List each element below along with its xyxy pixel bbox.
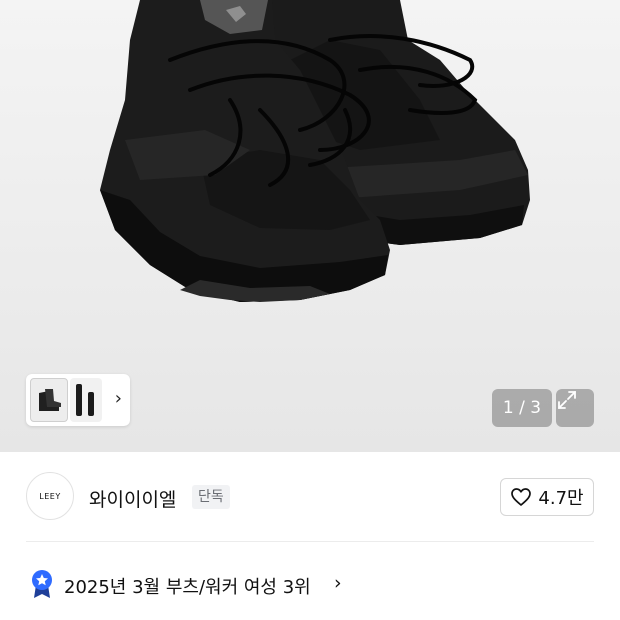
thumbnail-2[interactable]: [70, 378, 102, 422]
thumbnail-strip: ›: [26, 374, 130, 426]
store-name[interactable]: 와이이이엘: [89, 485, 176, 512]
ribbon-medal-icon: [32, 570, 52, 598]
chevron-right-icon[interactable]: ›: [115, 389, 122, 409]
store-like-button[interactable]: 4.7만: [500, 478, 594, 516]
store-logo[interactable]: LEEY: [26, 472, 74, 520]
store-info-row: LEEY 와이이이엘 단독 4.7만: [0, 452, 620, 540]
chevron-right-icon: ›: [334, 572, 342, 594]
heart-outline-icon: [511, 488, 532, 506]
thumbnail-boots-pair-image: [76, 384, 94, 416]
product-image-gallery[interactable]: › 1 / 3: [0, 0, 620, 452]
ranking-row[interactable]: 2025년 3월 부츠/워커 여성 3위 ›: [0, 560, 620, 608]
expand-button[interactable]: [556, 389, 594, 427]
exclusive-badge: 단독: [192, 485, 230, 509]
divider: [26, 541, 594, 542]
image-counter: 1 / 3: [492, 389, 552, 427]
expand-arrows-icon: [558, 391, 576, 409]
ranking-text: 2025년 3월 부츠/워커 여성 3위: [64, 577, 311, 598]
store-logo-text: LEEY: [39, 491, 61, 501]
thumbnail-1[interactable]: [30, 378, 68, 422]
thumbnail-boots-image: [39, 389, 61, 411]
like-count: 4.7만: [538, 488, 584, 509]
